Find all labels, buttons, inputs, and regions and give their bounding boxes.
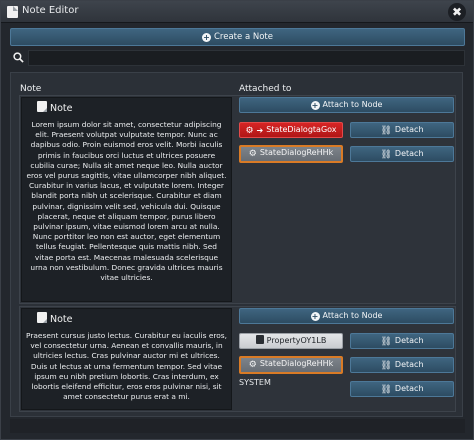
gear-icon: ⚙ xyxy=(248,360,257,370)
plus-circle-icon: + xyxy=(310,101,320,110)
unlink-icon: ⛓ xyxy=(380,385,392,395)
attachment-label: StateDialogReHHk xyxy=(259,148,334,157)
create-note-label: Create a Note xyxy=(214,32,273,42)
attachment-button[interactable]: ⚙ StateDialogReHHk xyxy=(239,145,343,163)
detach-button[interactable]: ⛓ Detach xyxy=(350,333,454,349)
note-icon xyxy=(7,6,18,18)
gear-icon: ⚙ xyxy=(245,126,254,136)
search-bar xyxy=(10,50,465,66)
search-input[interactable] xyxy=(28,50,465,66)
detach-label: Detach xyxy=(394,125,424,134)
attachment-label: StateDialogReHHk xyxy=(259,359,334,368)
book-icon xyxy=(255,335,264,344)
detach-label: Detach xyxy=(394,384,424,393)
plus-circle-icon: + xyxy=(202,33,211,42)
note-title: Note xyxy=(50,103,73,114)
detach-label: Detach xyxy=(394,336,424,345)
status-bar xyxy=(10,419,465,433)
note-editor-window: Note Editor ✖ + Create a Note Note Attach… xyxy=(0,0,474,440)
detach-label: Detach xyxy=(394,149,424,158)
note-card[interactable]: Note Lorem ipsum dolor sit amet, consect… xyxy=(21,97,232,302)
note-icon xyxy=(37,312,47,323)
unlink-icon: ⛓ xyxy=(380,150,392,160)
window-title: Note Editor xyxy=(22,5,79,16)
note-title: Note xyxy=(50,314,73,325)
note-text[interactable]: Praesent cursus justo lectus. Curabitur … xyxy=(26,331,227,402)
title-bar[interactable]: Note Editor ✖ xyxy=(1,1,473,23)
note-card[interactable]: Note Praesent cursus justo lectus. Curab… xyxy=(21,308,232,410)
note-header: Note xyxy=(37,101,73,114)
arrow-right-icon: ➔ xyxy=(256,126,264,135)
detach-button[interactable]: ⛓ Detach xyxy=(350,381,454,397)
close-button[interactable]: ✖ xyxy=(448,3,466,21)
note-header: Note xyxy=(37,312,73,325)
unlink-icon: ⛓ xyxy=(380,361,392,371)
attachment-button[interactable]: ⚙ StateDialogReHHk xyxy=(239,356,343,374)
plus-circle-icon: + xyxy=(310,312,320,321)
attach-label: Attach to Node xyxy=(322,100,383,109)
note-icon xyxy=(37,101,47,112)
search-icon xyxy=(13,52,24,63)
gear-icon: ⚙ xyxy=(248,149,257,159)
column-header-note: Note xyxy=(20,84,42,94)
attachment-button[interactable]: PropertyOY1LB xyxy=(239,333,343,349)
attachment-button[interactable]: ⚙ ➔ StateDialogtaGox xyxy=(239,122,343,138)
attach-to-node-button[interactable]: + Attach to Node xyxy=(239,308,454,324)
attach-label: Attach to Node xyxy=(322,311,383,320)
detach-button[interactable]: ⛓ Detach xyxy=(350,122,454,138)
create-note-button[interactable]: + Create a Note xyxy=(10,28,465,46)
unlink-icon: ⛓ xyxy=(380,337,392,347)
attachment-label: PropertyOY1LB xyxy=(266,336,327,345)
attach-to-node-button[interactable]: + Attach to Node xyxy=(239,97,454,113)
attachment-label-system[interactable]: SYSTEM xyxy=(239,378,271,387)
detach-label: Detach xyxy=(394,360,424,369)
detach-button[interactable]: ⛓ Detach xyxy=(350,146,454,162)
note-text[interactable]: Lorem ipsum dolor sit amet, consectetur … xyxy=(26,120,227,283)
column-header-attached: Attached to xyxy=(239,84,292,94)
unlink-icon: ⛓ xyxy=(380,126,392,136)
attachment-label: StateDialogtaGox xyxy=(266,125,337,134)
detach-button[interactable]: ⛓ Detach xyxy=(350,357,454,373)
